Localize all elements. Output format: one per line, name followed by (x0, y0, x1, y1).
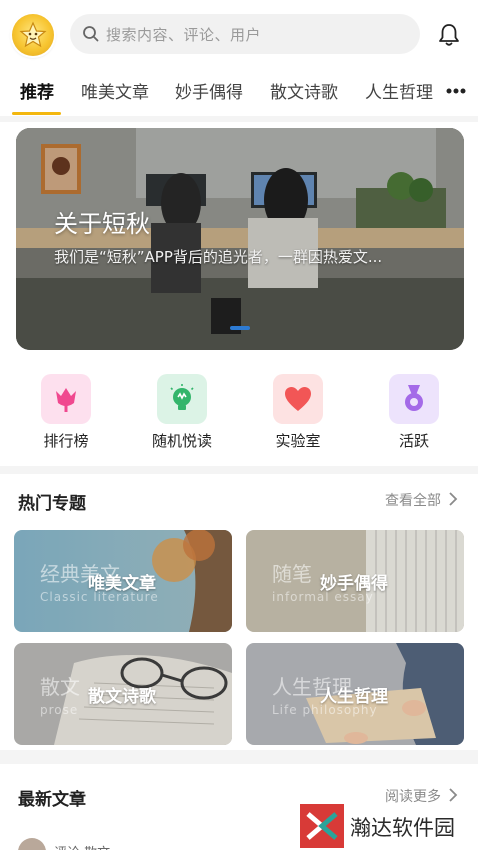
topic-card-title: 人生哲理 (320, 687, 388, 707)
tab-recommend[interactable]: 推荐 (20, 78, 54, 103)
heart-icon (285, 387, 311, 411)
view-all-label: 查看全部 (385, 493, 441, 509)
topic-card-beautiful-articles[interactable]: 经典美文 Classic literature 唯美文章 (14, 530, 232, 632)
bell-icon[interactable] (436, 22, 462, 48)
topic-card-inspiration[interactable]: 随笔 informal essay 妙手偶得 (246, 530, 464, 632)
quick-link-lab[interactable]: 实验室 (258, 374, 338, 451)
tab-inspiration[interactable]: 妙手偶得 (175, 78, 243, 103)
author-name[interactable]: 评论·散文 (54, 842, 110, 850)
topic-card-title: 妙手偶得 (320, 574, 388, 594)
lab-icon-box (273, 374, 323, 424)
search-icon (83, 26, 99, 42)
medal-icon (405, 385, 423, 411)
tab-life-philosophy[interactable]: 人生哲理 (365, 78, 433, 103)
quick-link-active[interactable]: 活跃 (374, 374, 454, 451)
topic-card-bg-text: 散文 (40, 675, 80, 699)
chevron-right-icon (449, 492, 458, 506)
quick-link-label: 随机悦读 (151, 432, 212, 450)
search-placeholder: 搜索内容、评论、用户 (106, 26, 262, 44)
tab-beautiful-articles[interactable]: 唯美文章 (81, 78, 149, 103)
divider (0, 466, 478, 474)
topic-card-prose-poetry[interactable]: 散文 prose 散文诗歌 (14, 643, 232, 745)
quick-link-ranking[interactable]: 排行榜 (26, 374, 106, 451)
topic-card-title: 散文诗歌 (88, 687, 156, 707)
ranking-icon-box (41, 374, 91, 424)
quick-link-random-read[interactable]: 随机悦读 (142, 374, 222, 451)
hot-topics-title: 热门专题 (18, 494, 86, 514)
banner-title: 关于短秋 (54, 210, 150, 238)
view-all-link[interactable]: 查看全部 (385, 490, 458, 510)
quick-link-label: 实验室 (275, 432, 321, 450)
tulip-icon (56, 388, 76, 412)
active-tab-indicator (12, 112, 61, 115)
topic-card-title: 唯美文章 (88, 574, 156, 594)
topic-card-bg-text: 随笔 (272, 562, 312, 586)
topic-card-bg-subtext: prose (40, 703, 79, 717)
user-avatar[interactable] (12, 14, 54, 56)
search-bar[interactable]: 搜索内容、评论、用户 (70, 14, 420, 54)
author-avatar[interactable] (18, 838, 46, 850)
banner-subtitle: 我们是“短秋”APP背后的追光者，一群因热爱文... (54, 248, 383, 266)
star-mascot-icon (19, 21, 47, 48)
category-tabs: 推荐 唯美文章 妙手偶得 散文诗歌 人生哲理 (0, 70, 478, 116)
office-photo (16, 128, 464, 350)
watermark: 瀚达软件园 (300, 802, 478, 850)
carousel-indicator (230, 326, 250, 330)
topic-card-life-philosophy[interactable]: 人生哲理 Life philosophy 人生哲理 (246, 643, 464, 745)
watermark-logo-icon (300, 804, 344, 848)
quick-link-label: 排行榜 (43, 432, 89, 450)
watermark-text: 瀚达软件园 (350, 816, 455, 840)
chevron-right-icon (449, 788, 458, 802)
lightbulb-icon (170, 384, 194, 410)
tab-prose-poetry[interactable]: 散文诗歌 (270, 78, 338, 103)
random-read-icon-box (157, 374, 207, 424)
banner-carousel[interactable]: 关于短秋 我们是“短秋”APP背后的追光者，一群因热爱文... (16, 128, 464, 350)
header: 搜索内容、评论、用户 (0, 0, 478, 70)
divider (0, 750, 478, 764)
more-icon[interactable] (446, 87, 466, 95)
active-icon-box (389, 374, 439, 424)
quick-link-label: 活跃 (398, 432, 429, 450)
divider (0, 116, 478, 122)
latest-articles-title: 最新文章 (18, 790, 86, 810)
